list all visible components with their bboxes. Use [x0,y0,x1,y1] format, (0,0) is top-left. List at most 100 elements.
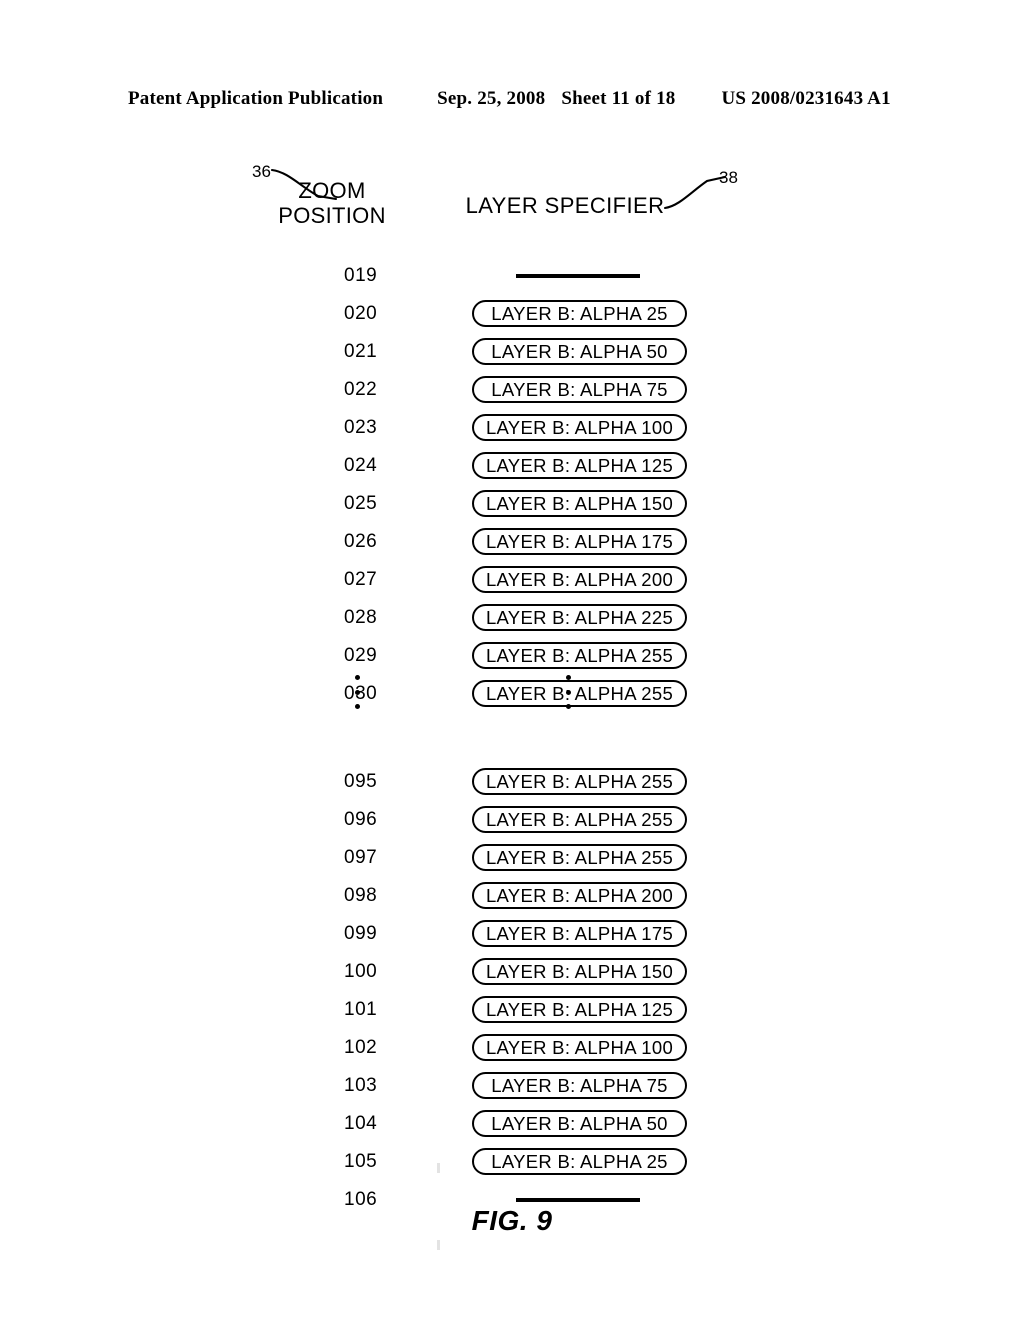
layer-specifier-pill: LAYER B: ALPHA 150 [472,958,687,985]
layer-specifier-pill: LAYER B: ALPHA 50 [472,338,687,365]
table-row: 019 [330,261,710,291]
zoom-position-column-heading: ZOOM POSITION [262,178,402,228]
layer-specifier-pill: LAYER B: ALPHA 225 [472,604,687,631]
layer-specifier-rule [516,274,640,278]
table-row: 098 LAYER B: ALPHA 200 [330,881,710,911]
table-row: 020 LAYER B: ALPHA 25 [330,299,710,329]
layer-specifier-column-heading: LAYER SPECIFIER [465,193,665,218]
table-row: 027 LAYER B: ALPHA 200 [330,565,710,595]
table-row: 099 LAYER B: ALPHA 175 [330,919,710,949]
layer-specifier-cell: LAYER B: ALPHA 150 [390,957,710,987]
layer-specifier-pill: LAYER B: ALPHA 125 [472,452,687,479]
table-row: 025 LAYER B: ALPHA 150 [330,489,710,519]
ellipsis-dot [355,689,360,695]
layer-specifier-cell: LAYER B: ALPHA 25 [390,299,710,329]
table-row: 021 LAYER B: ALPHA 50 [330,337,710,367]
zoom-position-value: 104 [344,1113,378,1134]
scan-artifact [437,1240,440,1250]
zoom-position-value: 096 [344,809,378,830]
zoom-position-value: 021 [344,341,378,362]
zoom-position-value: 020 [344,303,378,324]
layer-specifier-cell: LAYER B: ALPHA 125 [390,451,710,481]
layer-specifier-cell: LAYER B: ALPHA 255 [390,679,710,709]
table-row: 096 LAYER B: ALPHA 255 [330,805,710,835]
layer-specifier-pill: LAYER B: ALPHA 100 [472,1034,687,1061]
figure-9-diagram: 36 38 ZOOM POSITION LAYER SPECIFIER 019 0… [0,0,1024,1320]
zoom-position-value: 028 [344,607,378,628]
zoom-position-value: 100 [344,961,378,982]
table-row: 028 LAYER B: ALPHA 225 [330,603,710,633]
table-row: 024 LAYER B: ALPHA 125 [330,451,710,481]
layer-specifier-cell: LAYER B: ALPHA 100 [390,1033,710,1063]
zoom-position-value: 103 [344,1075,378,1096]
layer-specifier-cell: LAYER B: ALPHA 255 [390,767,710,797]
layer-specifier-pill: LAYER B: ALPHA 255 [472,844,687,871]
zoom-position-value: 102 [344,1037,378,1058]
layer-specifier-rule [516,1198,640,1202]
zoom-position-value: 030 [344,683,378,704]
zoom-position-value: 023 [344,417,378,438]
table-row: 101 LAYER B: ALPHA 125 [330,995,710,1025]
table-row: 026 LAYER B: ALPHA 175 [330,527,710,557]
layer-specifier-pill: LAYER B: ALPHA 255 [472,642,687,669]
zoom-position-value: 025 [344,493,378,514]
zoom-position-value: 099 [344,923,378,944]
zoom-position-value: 022 [344,379,378,400]
layer-specifier-cell: LAYER B: ALPHA 255 [390,641,710,671]
layer-specifier-cell: LAYER B: ALPHA 75 [390,375,710,405]
layer-specifier-cell: LAYER B: ALPHA 200 [390,565,710,595]
layer-specifier-pill: LAYER B: ALPHA 25 [472,1148,687,1175]
zoom-heading-line-1: ZOOM [298,178,366,203]
ellipsis-layer-specifier [566,675,571,709]
layer-specifier-cell: LAYER B: ALPHA 150 [390,489,710,519]
table-row: 095 LAYER B: ALPHA 255 [330,767,710,797]
zoom-position-value: 095 [344,771,378,792]
layer-specifier-cell: LAYER B: ALPHA 175 [390,527,710,557]
zoom-heading-line-2: POSITION [278,203,386,228]
layer-specifier-pill: LAYER B: ALPHA 150 [472,490,687,517]
ellipsis-dot [566,675,571,680]
layer-specifier-pill: LAYER B: ALPHA 175 [472,920,687,947]
zoom-position-value: 024 [344,455,378,476]
layer-specifier-pill: LAYER B: ALPHA 25 [472,300,687,327]
layer-specifier-cell [390,261,710,291]
table-row: 022 LAYER B: ALPHA 75 [330,375,710,405]
zoom-position-value: 098 [344,885,378,906]
layer-specifier-pill: LAYER B: ALPHA 255 [472,806,687,833]
layer-specifier-cell: LAYER B: ALPHA 125 [390,995,710,1025]
layer-specifier-cell: LAYER B: ALPHA 255 [390,805,710,835]
layer-specifier-pill: LAYER B: ALPHA 200 [472,566,687,593]
layer-specifier-pill: LAYER B: ALPHA 75 [472,1072,687,1099]
table-row: 100 LAYER B: ALPHA 150 [330,957,710,987]
layer-specifier-cell: LAYER B: ALPHA 50 [390,337,710,367]
table-row: 023 LAYER B: ALPHA 100 [330,413,710,443]
ellipsis-zoom-position [355,675,360,709]
zoom-position-value: 019 [344,265,378,286]
layer-specifier-pill: LAYER B: ALPHA 125 [472,996,687,1023]
layer-specifier-pill: LAYER B: ALPHA 200 [472,882,687,909]
table-row: 029 LAYER B: ALPHA 255 [330,641,710,671]
table-row: 103 LAYER B: ALPHA 75 [330,1071,710,1101]
table-row: 097 LAYER B: ALPHA 255 [330,843,710,873]
zoom-position-value: 027 [344,569,378,590]
ellipsis-dot [355,704,360,709]
layer-specifier-pill: LAYER B: ALPHA 255 [472,768,687,795]
figure-caption: FIG. 9 [471,1205,553,1236]
layer-specifier-pill: LAYER B: ALPHA 175 [472,528,687,555]
zoom-position-value: 101 [344,999,378,1020]
layer-specifier-cell: LAYER B: ALPHA 175 [390,919,710,949]
layer-specifier-pill: LAYER B: ALPHA 255 [472,680,687,707]
layer-specifier-cell: LAYER B: ALPHA 225 [390,603,710,633]
table-row: 105 LAYER B: ALPHA 25 [330,1147,710,1177]
layer-specifier-pill: LAYER B: ALPHA 50 [472,1110,687,1137]
layer-specifier-pill: LAYER B: ALPHA 75 [472,376,687,403]
layer-specifier-cell: LAYER B: ALPHA 255 [390,843,710,873]
zoom-position-value: 026 [344,531,378,552]
layer-specifier-cell: LAYER B: ALPHA 50 [390,1109,710,1139]
table-row: 102 LAYER B: ALPHA 100 [330,1033,710,1063]
ellipsis-dot [355,675,360,680]
ellipsis-dot [566,689,571,695]
table-row: 030 LAYER B: ALPHA 255 [330,679,710,709]
zoom-position-value: 105 [344,1151,378,1172]
zoom-position-value: 097 [344,847,378,868]
